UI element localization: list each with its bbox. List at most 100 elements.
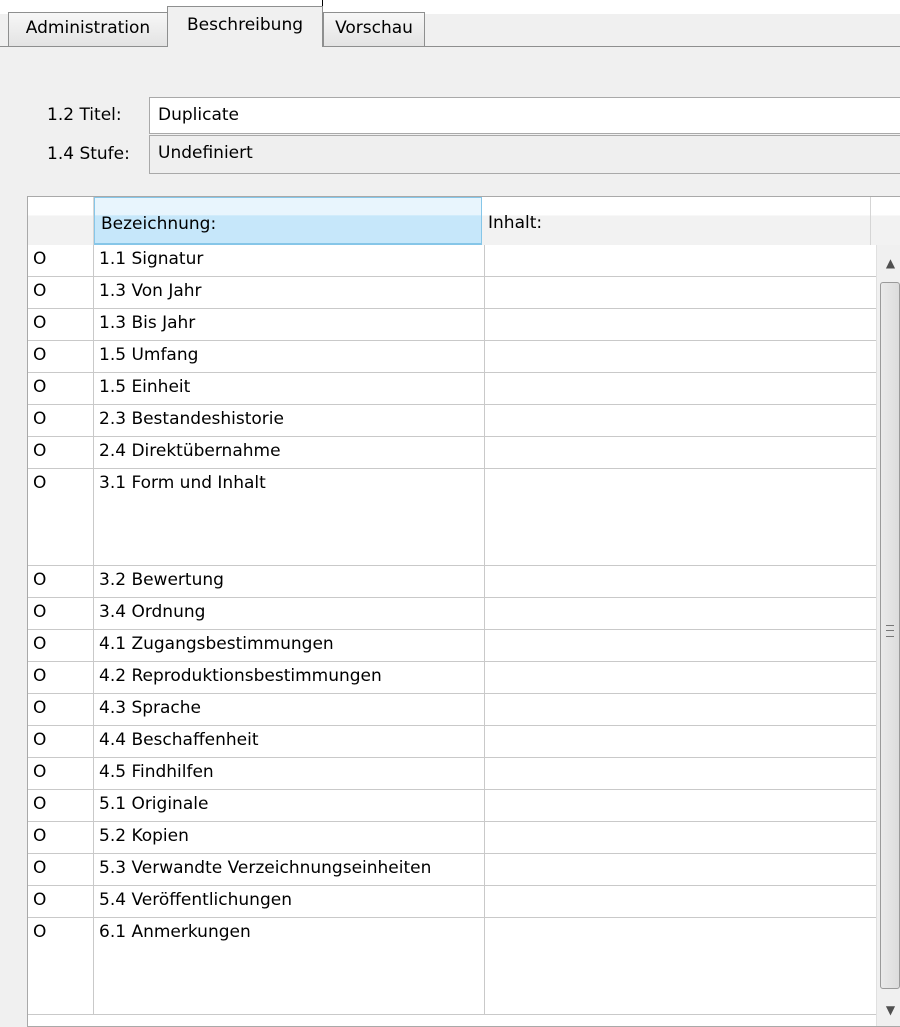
table-row[interactable]: O 5.2 Kopien [28,822,876,854]
row-marker: O [28,694,94,725]
table-row[interactable]: O 1.5 Umfang [28,341,876,373]
row-marker: O [28,854,94,885]
row-inhalt[interactable] [485,341,876,372]
row-marker: O [28,469,94,565]
row-bezeichnung: 1.5 Einheit [94,373,485,404]
row-bezeichnung: 2.4 Direktübernahme [94,437,485,468]
table-row[interactable]: O 3.2 Bewertung [28,566,876,598]
table-row[interactable]: O 2.3 Bestandeshistorie [28,405,876,437]
row-bezeichnung: 3.1 Form und Inhalt [94,469,485,565]
row-marker: O [28,726,94,757]
row-marker: O [28,309,94,340]
table-body: O 1.1 Signatur O 1.3 Von Jahr O 1.3 Bis Jahr O… [28,245,876,1015]
row-marker: O [28,886,94,917]
table-row[interactable]: O 5.4 Veröffentlichungen [28,886,876,918]
table-row[interactable]: O 4.4 Beschaffenheit [28,726,876,758]
row-inhalt[interactable] [485,373,876,404]
row-bezeichnung: 4.1 Zugangsbestimmungen [94,630,485,661]
row-marker: O [28,758,94,789]
row-inhalt[interactable] [485,566,876,597]
title-label: 1.2 Titel: [47,105,122,125]
tab-administration[interactable]: Administration [8,12,168,46]
header-marker-column[interactable] [28,197,94,245]
row-inhalt[interactable] [485,662,876,693]
row-inhalt[interactable] [485,437,876,468]
table-row[interactable]: O 3.4 Ordnung [28,598,876,630]
title-field[interactable]: Duplicate [149,97,900,134]
table-row[interactable]: O 1.1 Signatur [28,245,876,277]
row-bezeichnung: 2.3 Bestandeshistorie [94,405,485,436]
arrow-down-icon[interactable]: ▼ [877,992,900,1026]
table-row[interactable]: O 6.1 Anmerkungen [28,918,876,1015]
row-inhalt[interactable] [485,598,876,629]
row-bezeichnung: 4.2 Reproduktionsbestimmungen [94,662,485,693]
row-inhalt[interactable] [485,405,876,436]
row-bezeichnung: 5.2 Kopien [94,822,485,853]
row-marker: O [28,277,94,308]
description-table: Bezeichnung: Inhalt: O 1.1 Signatur O 1.3 V… [27,196,900,1027]
row-marker: O [28,566,94,597]
row-inhalt[interactable] [485,918,876,1014]
row-inhalt[interactable] [485,694,876,725]
row-bezeichnung: 1.3 Von Jahr [94,277,485,308]
row-bezeichnung: 1.3 Bis Jahr [94,309,485,340]
level-label: 1.4 Stufe: [47,144,130,164]
table-row[interactable]: O 4.5 Findhilfen [28,758,876,790]
header-filler [871,197,900,245]
row-bezeichnung: 3.4 Ordnung [94,598,485,629]
row-inhalt[interactable] [485,469,876,565]
row-bezeichnung: 4.3 Sprache [94,694,485,725]
level-field: Undefiniert [149,135,900,174]
row-inhalt[interactable] [485,854,876,885]
table-row[interactable]: O 5.3 Verwandte Verzeichnungseinheiten [28,854,876,886]
table-row[interactable]: O 1.5 Einheit [28,373,876,405]
row-marker: O [28,405,94,436]
row-bezeichnung: 4.5 Findhilfen [94,758,485,789]
table-row[interactable]: O 4.1 Zugangsbestimmungen [28,630,876,662]
row-inhalt[interactable] [485,886,876,917]
row-marker: O [28,373,94,404]
table-row[interactable]: O 3.1 Form und Inhalt [28,469,876,566]
arrow-up-icon[interactable]: ▲ [877,245,900,281]
row-inhalt[interactable] [485,790,876,821]
row-bezeichnung: 4.4 Beschaffenheit [94,726,485,757]
table-header: Bezeichnung: Inhalt: [28,197,900,245]
table-row[interactable]: O 2.4 Direktübernahme [28,437,876,469]
row-marker: O [28,822,94,853]
row-inhalt[interactable] [485,726,876,757]
row-inhalt[interactable] [485,822,876,853]
row-bezeichnung: 5.1 Originale [94,790,485,821]
tab-beschreibung[interactable]: Beschreibung [167,6,323,47]
row-marker: O [28,245,94,276]
table-row[interactable]: O 1.3 Von Jahr [28,277,876,309]
table-row[interactable]: O 4.2 Reproduktionsbestimmungen [28,662,876,694]
grip-icon [886,625,894,637]
row-inhalt[interactable] [485,630,876,661]
row-marker: O [28,790,94,821]
header-bezeichnung[interactable]: Bezeichnung: [94,197,482,245]
tab-vorschau[interactable]: Vorschau [323,12,425,46]
row-inhalt[interactable] [485,277,876,308]
row-bezeichnung: 1.5 Umfang [94,341,485,372]
row-marker: O [28,341,94,372]
table-row[interactable]: O 5.1 Originale [28,790,876,822]
table-row[interactable]: O 4.3 Sprache [28,694,876,726]
row-bezeichnung: 6.1 Anmerkungen [94,918,485,1014]
row-marker: O [28,630,94,661]
row-bezeichnung: 5.4 Veröffentlichungen [94,886,485,917]
scrollbar-thumb[interactable] [880,282,900,989]
row-bezeichnung: 1.1 Signatur [94,245,485,276]
row-marker: O [28,437,94,468]
row-inhalt[interactable] [485,758,876,789]
tab-bar: Administration Beschreibung Vorschau [0,0,900,52]
tab-baseline [0,46,900,47]
row-marker: O [28,918,94,1014]
vertical-scrollbar[interactable]: ▲ ▼ [876,245,900,1026]
row-bezeichnung: 3.2 Bewertung [94,566,485,597]
header-inhalt[interactable]: Inhalt: [482,197,871,245]
row-inhalt[interactable] [485,245,876,276]
table-row[interactable]: O 1.3 Bis Jahr [28,309,876,341]
row-bezeichnung: 5.3 Verwandte Verzeichnungseinheiten [94,854,485,885]
row-inhalt[interactable] [485,309,876,340]
row-marker: O [28,598,94,629]
